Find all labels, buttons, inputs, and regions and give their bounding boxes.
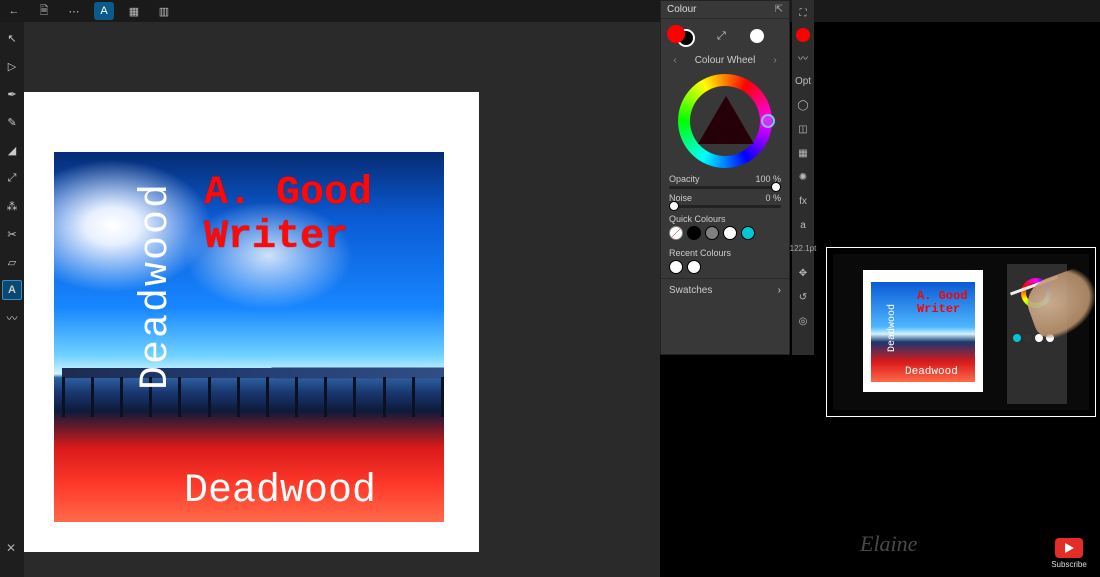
back-button[interactable]: ← [4,2,24,20]
recent-colour-0[interactable] [669,260,683,274]
tool-pen[interactable]: ✒ [2,84,22,104]
top-toolbar: ← 🗎 ⋯ A ▦ ▥ [0,0,1100,22]
noise-slider-row: Noise0 % [661,191,789,210]
more-button[interactable]: ⋯ [64,2,84,20]
pip-content: A. Good Writer Deadwood Deadwood [833,254,1089,410]
grid-toggle[interactable]: ▦ [124,2,144,20]
hue-handle[interactable] [761,114,775,128]
studio-transform[interactable]: ✥ [794,264,812,282]
quick-colours [661,226,789,244]
tool-frame[interactable]: ▱ [2,252,22,272]
studio-fx[interactable]: fx [794,192,812,210]
snapping-toggle[interactable]: ▥ [154,2,174,20]
opacity-label: Opacity [669,174,700,184]
youtube-icon [1055,538,1083,558]
signature-watermark: Elaine [860,531,917,557]
author-text[interactable]: A. Good Writer [204,172,434,260]
pip-cover: A. Good Writer Deadwood Deadwood [871,282,975,382]
fill-swatch[interactable] [667,25,685,43]
fill-stroke-row: ⤢ [661,19,789,53]
tool-eyedropper[interactable]: ⤢ [2,168,22,188]
picker-mode-label[interactable]: Colour Wheel [695,55,756,66]
quick-colours-label: Quick Colours [661,210,789,226]
studio-grid[interactable]: ▦ [794,144,812,162]
tool-crop[interactable]: ✂ [2,224,22,244]
tool-vector-brush[interactable]: 〰 [2,308,22,328]
tool-fill[interactable]: ◢ [2,140,22,160]
tool-move[interactable]: ↖ [2,28,22,48]
wheel-container [661,68,789,172]
studio-bar: ⛶ 〰 Opt ◯ ◫ ▦ ✺ fx a 122.1pt ✥ ↺ ◎ [792,0,814,355]
tool-brush[interactable]: ⁂ [2,196,22,216]
studio-layers[interactable]: ◫ [794,120,812,138]
quick-colour-1[interactable] [687,226,701,240]
swatches-row[interactable]: Swatches › [661,278,789,302]
opacity-slider-row: Opacity100 % [661,172,789,191]
studio-history[interactable]: ↺ [794,288,812,306]
studio-fontsize[interactable]: 122.1pt [794,240,812,258]
quick-colour-2[interactable] [705,226,719,240]
left-toolbox: ↖ ▷ ✒ ✎ ◢ ⤢ ⁂ ✂ ▱ A 〰 [0,22,24,577]
opacity-slider[interactable] [669,186,781,189]
studio-text[interactable]: a [794,216,812,234]
swatches-label: Swatches [669,285,712,296]
colour-wheel[interactable] [678,74,772,168]
colour-triangle[interactable] [698,96,754,144]
title-vertical-text[interactable]: Deadwood [134,182,179,390]
studio-opt[interactable]: Opt [794,72,812,90]
close-button[interactable]: ✕ [6,541,16,555]
tool-node[interactable]: ▷ [2,56,22,76]
recent-colours-label: Recent Colours [661,244,789,260]
title-bottom-text[interactable]: Deadwood [184,469,376,514]
studio-colour[interactable] [796,28,810,42]
noise-value: 0 % [765,193,781,203]
quick-colour-3[interactable] [723,226,737,240]
recent-colour-1[interactable] [687,260,701,274]
pip-title-vertical: Deadwood [887,304,898,352]
canvas-area[interactable]: A. Good Writer Deadwood Deadwood [24,22,660,577]
app-icon: A [94,2,114,20]
pip-author-text: A. Good Writer [917,290,975,316]
app-root: ← 🗎 ⋯ A ▦ ▥ ↖ ▷ ✒ ✎ ◢ ⤢ ⁂ ✂ ▱ A 〰 A. Good Writer D… [0,0,1100,577]
quick-colour-0[interactable] [669,226,683,240]
picker-mode-row: ‹ Colour Wheel › [661,53,789,68]
studio-stroke[interactable]: ◯ [794,96,812,114]
studio-brush[interactable]: 〰 [794,48,812,66]
chevron-right-icon: › [778,285,781,296]
pier-illustration [62,367,444,419]
pin-icon[interactable]: ⇱ [775,4,783,15]
pip-document: A. Good Writer Deadwood Deadwood [863,270,983,392]
recent-colours [661,260,789,278]
fill-stroke-selector[interactable] [667,25,693,47]
studio-expand[interactable]: ⛶ [794,4,812,22]
document-menu-button[interactable]: 🗎 [34,2,54,20]
eyedropper-icon[interactable]: ⤢ [717,30,726,43]
panel-header: Colour ⇱ [661,1,789,19]
mode-next[interactable]: › [769,55,781,66]
pip-title-bottom: Deadwood [905,366,958,378]
tool-art-text[interactable]: A [2,280,22,300]
quick-colour-4[interactable] [741,226,755,240]
cover-image[interactable]: A. Good Writer Deadwood Deadwood [54,152,444,522]
document-page[interactable]: A. Good Writer Deadwood Deadwood [24,92,479,552]
studio-adjust[interactable]: ✺ [794,168,812,186]
subscribe-button[interactable]: Subscribe [1046,538,1092,569]
panel-title: Colour [667,4,696,15]
colour-panel: Colour ⇱ ⤢ ‹ Colour Wheel › Opacity100 % [660,0,790,355]
mode-prev[interactable]: ‹ [669,55,681,66]
subscribe-label: Subscribe [1046,560,1092,569]
sampled-colour[interactable] [750,29,764,43]
studio-nav[interactable]: ◎ [794,312,812,330]
tool-pencil[interactable]: ✎ [2,112,22,132]
noise-slider[interactable] [669,205,781,208]
webcam-pip: A. Good Writer Deadwood Deadwood [826,247,1096,417]
